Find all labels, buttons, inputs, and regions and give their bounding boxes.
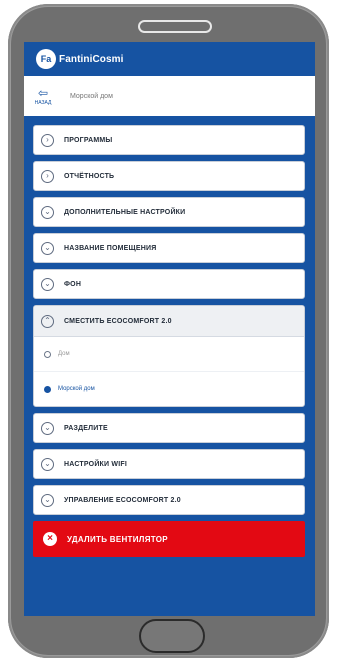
- menu-item-room-name[interactable]: ⌄ НАЗВАНИЕ ПОМЕЩЕНИЯ: [33, 233, 305, 263]
- menu-item-label: НАСТРОЙКИ WIFI: [64, 460, 127, 468]
- settings-panel: › ПРОГРАММЫ › ОТЧЁТНОСТЬ ⌄ ДОПОЛНИТЕЛЬНЫ…: [33, 125, 305, 557]
- back-button[interactable]: ⇦ НАЗАД: [24, 76, 62, 116]
- chevron-down-icon: ⌄: [41, 421, 54, 435]
- chevron-down-icon: ⌄: [41, 493, 54, 507]
- menu-item-label: СМЕСТИТЬ ECOCOMFORT 2.0: [64, 317, 172, 325]
- menu-item-label: ДОПОЛНИТЕЛЬНЫЕ НАСТРОЙКИ: [64, 208, 186, 216]
- chevron-up-icon: ⌃: [41, 314, 54, 328]
- chevron-down-icon: ⌄: [41, 205, 54, 219]
- back-icon: ⇦: [37, 85, 49, 100]
- menu-item-move-ecocomfort[interactable]: ⌃ СМЕСТИТЬ ECOCOMFORT 2.0: [34, 306, 304, 337]
- brand-logo-mark: Fa: [36, 49, 56, 69]
- radio-button[interactable]: [44, 350, 51, 358]
- home-button[interactable]: [139, 619, 205, 653]
- menu-item-advanced-settings[interactable]: ⌄ ДОПОЛНИТЕЛЬНЫЕ НАСТРОЙКИ: [33, 197, 305, 227]
- menu-item-programs[interactable]: › ПРОГРАММЫ: [33, 125, 305, 155]
- option-home[interactable]: Дом: [34, 337, 304, 371]
- delete-fan-label: УДАЛИТЬ ВЕНТИЛЯТОР: [67, 534, 168, 544]
- top-bar: Fa FantiniCosmi: [24, 42, 315, 76]
- menu-item-label: ОТЧЁТНОСТЬ: [64, 172, 115, 180]
- menu-item-wifi-settings[interactable]: ⌄ НАСТРОЙКИ WIFI: [33, 449, 305, 479]
- chevron-right-icon: ›: [41, 169, 54, 183]
- chevron-down-icon: ⌄: [41, 457, 54, 471]
- chevron-right-icon: ›: [41, 133, 54, 147]
- menu-item-split[interactable]: ⌄ РАЗДЕЛИТЕ: [33, 413, 305, 443]
- phone-speaker: [138, 20, 212, 33]
- menu-item-label: ПРОГРАММЫ: [64, 136, 113, 144]
- app-screen: Fa FantiniCosmi ⇦ НАЗАД Морской дом › ПР…: [24, 42, 315, 616]
- expanded-section: ⌃ СМЕСТИТЬ ECOCOMFORT 2.0 Дом Морской до…: [33, 305, 305, 407]
- option-label: Морской дом: [58, 386, 95, 392]
- option-sea-house[interactable]: Морской дом: [34, 371, 304, 406]
- menu-item-label: ФОН: [64, 280, 82, 288]
- menu-item-label: НАЗВАНИЕ ПОМЕЩЕНИЯ: [64, 244, 157, 252]
- close-icon: ×: [43, 532, 57, 546]
- menu-item-background[interactable]: ⌄ ФОН: [33, 269, 305, 299]
- brand-name: FantiniCosmi: [59, 53, 124, 65]
- menu-item-label: РАЗДЕЛИТЕ: [64, 424, 108, 432]
- page-title: Морской дом: [70, 92, 113, 100]
- option-label: Дом: [58, 351, 70, 357]
- brand-logo: Fa FantiniCosmi: [36, 48, 124, 70]
- delete-fan-button[interactable]: × УДАЛИТЬ ВЕНТИЛЯТОР: [33, 521, 305, 557]
- radio-button-selected[interactable]: [44, 385, 51, 393]
- menu-item-reports[interactable]: › ОТЧЁТНОСТЬ: [33, 161, 305, 191]
- back-label: НАЗАД: [34, 99, 52, 106]
- chevron-down-icon: ⌄: [41, 241, 54, 255]
- nav-bar: ⇦ НАЗАД Морской дом: [24, 76, 315, 116]
- chevron-down-icon: ⌄: [41, 277, 54, 291]
- menu-item-manage-ecocomfort[interactable]: ⌄ УПРАВЛЕНИЕ ECOCOMFORT 2.0: [33, 485, 305, 515]
- menu-item-label: УПРАВЛЕНИЕ ECOCOMFORT 2.0: [64, 496, 181, 504]
